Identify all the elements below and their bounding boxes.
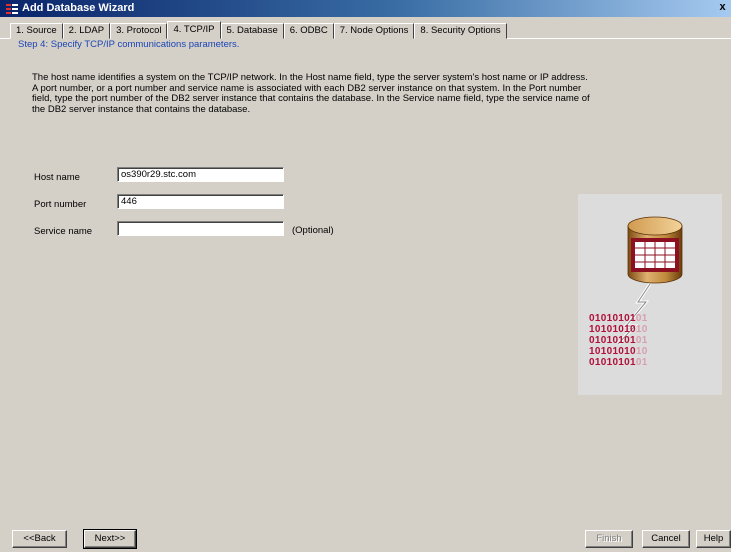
tab-node-options[interactable]: 7. Node Options	[333, 23, 415, 39]
window-title: Add Database Wizard	[22, 2, 135, 14]
service-name-input[interactable]	[117, 221, 284, 236]
close-icon[interactable]: x	[716, 1, 729, 14]
database-illustration: 0101010101 1010101010 0101010101 1010101…	[578, 194, 722, 395]
host-name-label: Host name	[34, 172, 80, 183]
tab-database[interactable]: 5. Database	[220, 23, 284, 39]
binary-line: 0101010101	[589, 335, 648, 346]
help-button[interactable]: Help	[696, 530, 731, 548]
port-number-input[interactable]	[117, 194, 284, 209]
back-button[interactable]: <<Back	[12, 530, 67, 548]
tab-ldap[interactable]: 2. LDAP	[62, 23, 111, 39]
tab-source[interactable]: 1. Source	[10, 23, 63, 39]
tab-tcpip[interactable]: 4. TCP/IP	[167, 21, 221, 39]
binary-line: 0101010101	[589, 357, 648, 368]
service-name-label: Service name	[34, 226, 93, 237]
tab-bar: 1. Source 2. LDAP 3. Protocol 4. TCP/IP …	[10, 21, 507, 39]
title-bar: Add Database Wizard x	[0, 0, 731, 17]
step-heading: Step 4: Specify TCP/IP communications pa…	[18, 39, 240, 50]
tab-security-options[interactable]: 8. Security Options	[414, 23, 507, 39]
next-button[interactable]: Next>>	[83, 529, 137, 549]
binary-line: 1010101010	[589, 324, 648, 335]
binary-line: 1010101010	[589, 346, 648, 357]
step-description: The host name identifies a system on the…	[32, 72, 590, 115]
wizard-app-icon	[6, 4, 18, 14]
optional-note: (Optional)	[292, 225, 334, 236]
host-name-input[interactable]	[117, 167, 284, 182]
finish-button[interactable]: Finish	[585, 530, 633, 548]
cancel-button[interactable]: Cancel	[642, 530, 690, 548]
tab-protocol[interactable]: 3. Protocol	[110, 23, 168, 39]
binary-line: 0101010101	[589, 313, 648, 324]
tab-odbc[interactable]: 6. ODBC	[283, 23, 334, 39]
port-number-label: Port number	[34, 199, 87, 210]
